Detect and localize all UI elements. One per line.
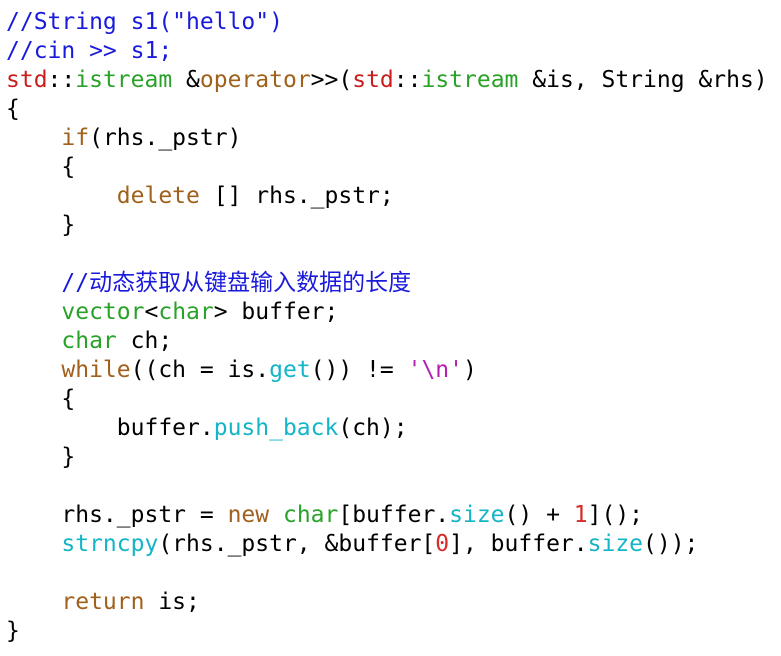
code-line: { [6,385,781,414]
code-line: std::istream &operator>>(std::istream &i… [6,66,781,95]
code-token-plain: buffer. [6,415,214,441]
code-token-plain: (ch); [338,415,408,441]
code-line: strncpy(rhs._pstr, &buffer[0], buffer.si… [6,530,781,559]
code-token-number: 1 [573,502,588,528]
code-token-func: push_back [213,415,339,441]
code-token-comment: //String s1("hello") [6,9,283,35]
code-token-number: 0 [435,531,450,557]
code-line: vector<char> buffer; [6,298,781,327]
code-token-func: get [269,357,311,383]
code-line: return is; [6,588,781,617]
code-token-type: istream [75,67,173,93]
code-token-func: size [587,531,644,557]
code-token-plain: ], buffer. [449,531,588,557]
code-line: } [6,211,781,240]
code-token-plain: ch; [116,328,173,354]
code-token-type: char [282,502,339,528]
code-token-plain: :: [47,67,76,93]
code-token-plain: ()); [643,531,699,557]
code-token-plain: { [6,96,20,122]
code-token-comment: //动态获取从键盘输入数据的长度 [61,270,412,296]
code-line: //cin >> s1; [6,37,781,66]
code-token-plain: { [6,386,76,412]
code-token-keyword: operator [199,67,311,93]
code-line: } [6,617,781,646]
code-token-plain: [] rhs._pstr; [199,183,394,209]
code-token-plain: () + [504,502,574,528]
code-token-plain: & [172,67,200,93]
code-token-plain: >>( [310,67,353,93]
code-line: { [6,153,781,182]
code-line: //String s1("hello") [6,8,781,37]
code-line: { [6,95,781,124]
code-token-plain: } [6,212,76,238]
code-token-type: char [61,328,117,354]
code-token-plain: } [6,618,20,644]
code-token-comment: //cin >> s1; [6,38,173,64]
code-line: if(rhs._pstr) [6,124,781,153]
code-line: //动态获取从键盘输入数据的长度 [6,269,781,298]
code-token-type: vector [61,299,145,325]
code-token-plain: { [6,154,76,180]
code-token-ns: std [6,67,48,93]
code-token-plain: } [6,444,76,470]
code-token-plain: ()) != [310,357,408,383]
code-line: while((ch = is.get()) != '\n') [6,356,781,385]
code-token-keyword: delete [116,183,200,209]
code-token-keyword: new [227,502,270,528]
code-token-type: char [158,299,214,325]
code-line: delete [] rhs._pstr; [6,182,781,211]
code-token-plain: ((ch = is. [130,357,270,383]
code-token-string-lit: '\n' [407,357,463,383]
code-token-keyword: return [61,589,145,615]
code-line: buffer.push_back(ch); [6,414,781,443]
code-token-plain: > buffer; [213,299,339,325]
code-token-plain: < [144,299,159,325]
code-token-func: size [449,502,505,528]
code-token-plain: &is, String &rhs) [518,67,768,93]
code-token-plain: (rhs._pstr, &buffer[ [158,531,436,557]
code-line: } [6,443,781,472]
code-token-plain: (rhs._pstr) [89,125,242,151]
code-line: char ch; [6,327,781,356]
code-token-func: strncpy [61,531,159,557]
code-token-plain: ](); [587,502,644,528]
code-token-plain: :: [393,67,422,93]
code-token-ns: std [352,67,394,93]
code-token-plain: is; [144,589,200,615]
code-editor[interactable]: //String s1("hello")//cin >> s1; std::ist… [0,0,781,656]
code-token-keyword: if [61,125,90,151]
code-line: rhs._pstr = new char[buffer.size() + 1](… [6,501,781,530]
code-token-plain: ) [463,357,477,383]
code-token-plain: [buffer. [338,502,450,528]
code-token-plain: rhs._pstr = [6,502,228,528]
code-token-type: istream [421,67,519,93]
code-token-keyword: while [61,357,131,383]
